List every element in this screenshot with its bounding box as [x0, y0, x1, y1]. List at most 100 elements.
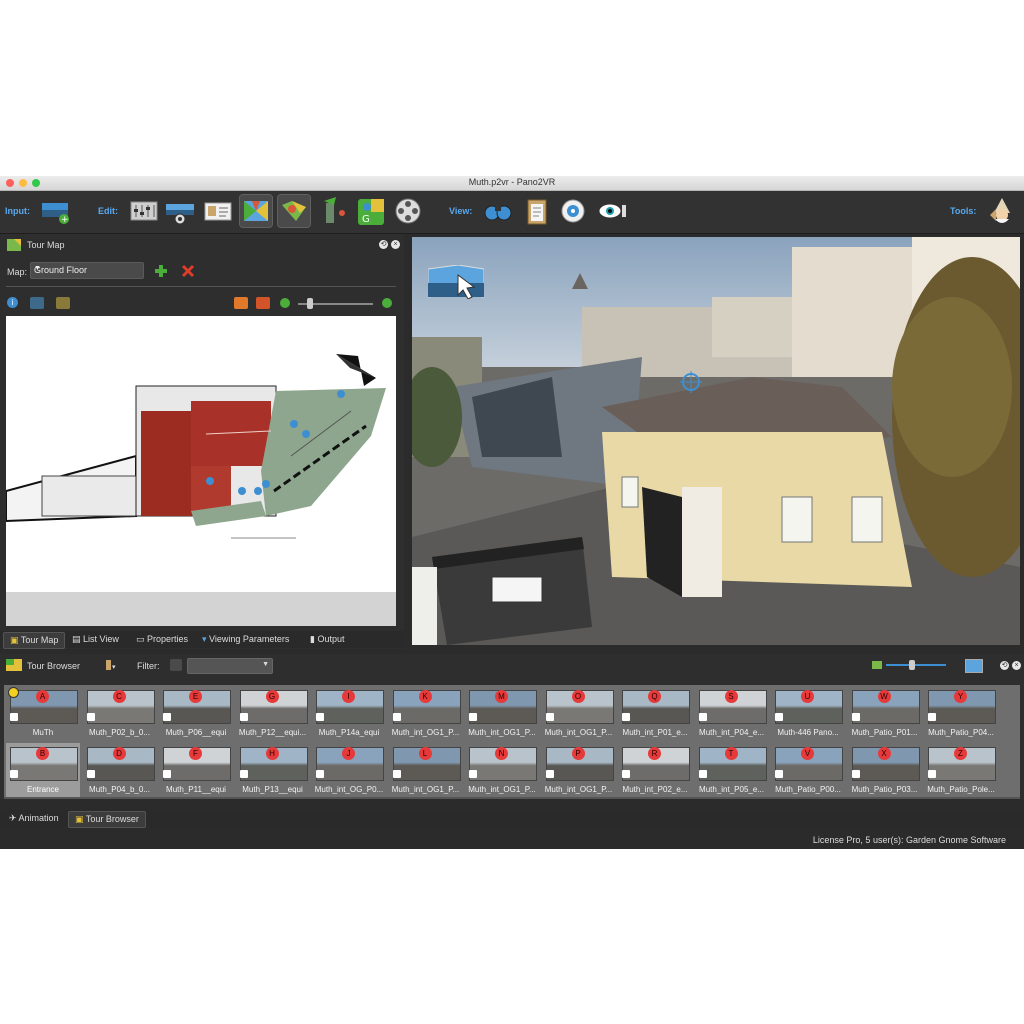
panorama-thumbnail-item[interactable]: X Muth_Patio_P03...: [848, 743, 922, 799]
tab-viewing-parameters[interactable]: ▾ Viewing Parameters: [196, 632, 295, 647]
crosshair-target-icon[interactable]: [680, 371, 702, 393]
filter-label: Filter:: [137, 661, 160, 671]
delete-map-button[interactable]: [181, 264, 195, 278]
tour-map-panel-title: Tour Map: [27, 240, 65, 250]
panorama-thumbnail-item[interactable]: Q Muth_int_P01_e...: [618, 686, 692, 742]
thumbnail-size-handle[interactable]: [909, 660, 915, 670]
tab-tour-map[interactable]: ▣ Tour Map: [3, 632, 66, 649]
thumbnail-size-slider[interactable]: [886, 664, 946, 666]
panel-close-button[interactable]: ×: [391, 240, 400, 249]
tour-browser-small-icon: ▣: [75, 814, 86, 824]
fit-map-button[interactable]: [256, 297, 270, 309]
node-letter-badge: Y: [954, 690, 967, 703]
map-select[interactable]: Ground Floor ▼: [30, 262, 144, 279]
node-letter-badge: Q: [648, 690, 661, 703]
panorama-thumbnail-item[interactable]: S Muth_int_P04_e...: [695, 686, 769, 742]
panorama-thumbnail-label: Muth_P02_b_0...: [89, 728, 150, 737]
gnome-icon[interactable]: [986, 195, 1018, 227]
map-pin-button[interactable]: [234, 297, 248, 309]
levels-icon[interactable]: [128, 195, 160, 227]
sort-button[interactable]: ▾: [103, 658, 119, 672]
panel-float-button[interactable]: ⟲: [379, 240, 388, 249]
floor-plan-map[interactable]: [6, 316, 396, 626]
browser-float-button[interactable]: ⟲: [1000, 661, 1009, 670]
panorama-thumbnail-item[interactable]: T Muth_int_P05_e...: [695, 743, 769, 799]
google-street-view-icon[interactable]: G: [355, 195, 387, 227]
panorama-thumbnail-item[interactable]: J Muth_int_OG_P0...: [312, 743, 386, 799]
panorama-thumbnail-item[interactable]: H Muth_P13__equi: [236, 743, 310, 799]
panorama-thumbnail-item[interactable]: O Muth_int_OG1_P...: [542, 686, 616, 742]
clipboard-icon[interactable]: [521, 195, 553, 227]
panorama-thumbnail-item[interactable]: D Muth_P04_b_0...: [83, 743, 157, 799]
tab-list-view[interactable]: ▤ List View: [66, 632, 125, 647]
panorama-thumbnail-item[interactable]: E Muth_P06__equi: [159, 686, 233, 742]
zoom-in-icon[interactable]: [382, 298, 392, 308]
panorama-thumbnail-item[interactable]: P Muth_int_OG1_P...: [542, 743, 616, 799]
node-link-icon: [622, 713, 630, 721]
browser-close-button[interactable]: ×: [1012, 661, 1021, 670]
tab-output[interactable]: ▮ Output: [304, 632, 350, 647]
panorama-thumbnail-item[interactable]: U Muth-446 Pano...: [771, 686, 845, 742]
link-mode-button[interactable]: [30, 297, 44, 309]
panorama-thumbnail-item[interactable]: B Entrance: [6, 743, 80, 799]
map-tools-button[interactable]: [56, 297, 70, 309]
panorama-thumbnail-item[interactable]: I Muth_P14a_equi: [312, 686, 386, 742]
node-letter-badge: G: [265, 690, 279, 703]
panorama-thumbnail-item[interactable]: K Muth_int_OG1_P...: [389, 686, 463, 742]
filter-input[interactable]: ▼: [187, 658, 273, 674]
panorama-thumbnail-item[interactable]: C Muth_P02_b_0...: [83, 686, 157, 742]
panorama-image: [412, 237, 1020, 645]
node-link-icon: [698, 770, 707, 778]
zoom-out-icon[interactable]: [280, 298, 290, 308]
panorama-thumbnail-label: Muth_P14a_equi: [318, 728, 380, 737]
zoom-slider-handle[interactable]: [307, 298, 313, 309]
panorama-hotspot-icon[interactable]: [427, 264, 485, 300]
panorama-thumbnail-label: Muth_Patio_P01...: [851, 728, 918, 737]
node-letter-badge: M: [495, 690, 508, 703]
panorama-thumbnail-item[interactable]: Z Muth_Patio_Pole...: [924, 743, 998, 799]
panorama-thumbnail-item[interactable]: Y Muth_Patio_P04...: [924, 686, 998, 742]
panorama-thumbnail-item[interactable]: R Muth_int_P02_e...: [618, 743, 692, 799]
horizontal-scrollbar[interactable]: [4, 797, 1020, 799]
panorama-thumbnail-label: Muth_int_OG1_P...: [544, 785, 613, 794]
gyroscope-icon[interactable]: [557, 195, 589, 227]
node-letter-badge: H: [265, 747, 279, 760]
node-link-icon: [239, 713, 248, 721]
panorama-thumbnail-label: Muth_int_OG_P0...: [314, 785, 384, 794]
panorama-thumbnail-label: Muth_int_OG1_P...: [468, 785, 536, 794]
map-editor-icon[interactable]: [277, 194, 311, 228]
properties-card-icon[interactable]: [202, 195, 234, 227]
panorama-thumbnail-label: Muth_int_OG1_P...: [391, 728, 460, 737]
node-link-icon: [775, 713, 783, 721]
panorama-thumbnail-item[interactable]: G Muth_P12__equi...: [236, 686, 310, 742]
tour-map-panel-icon: [6, 237, 22, 253]
panorama-thumbnail-item[interactable]: V Muth_Patio_P00...: [771, 743, 845, 799]
node-letter-badge: A: [36, 690, 49, 703]
panorama-thumbnail-item[interactable]: M Muth_int_OG1_P...: [465, 686, 539, 742]
panorama-thumbnail-item[interactable]: F Muth_P11__equi: [159, 743, 233, 799]
tour-map-icon[interactable]: [239, 194, 273, 228]
tab-properties[interactable]: ▭ Properties: [130, 632, 194, 647]
tab-output-label: Output: [317, 634, 345, 644]
tab-animation[interactable]: ✈ Animation: [3, 811, 65, 826]
panorama-thumbnail-item[interactable]: N Muth_int_OG1_P...: [465, 743, 539, 799]
eye-icon[interactable]: [596, 195, 628, 227]
panorama-thumbnail-item[interactable]: W Muth_Patio_P01...: [848, 686, 922, 742]
binoculars-icon[interactable]: [482, 195, 514, 227]
add-map-button[interactable]: [154, 264, 170, 278]
node-link-icon: [316, 770, 324, 778]
animation-film-reel-icon[interactable]: [392, 195, 424, 227]
panorama-thumbnail-label: MuTh: [32, 728, 54, 737]
edit-label: Edit:: [98, 206, 118, 216]
tab-tour-browser[interactable]: ▣ Tour Browser: [68, 811, 146, 828]
panorama-thumbnail-item[interactable]: L Muth_int_OG1_P...: [389, 743, 463, 799]
viewing-parameters-icon[interactable]: [164, 195, 196, 227]
info-icon[interactable]: i: [7, 297, 18, 308]
node-link-icon: [698, 713, 707, 721]
chevron-down-icon: ▼: [262, 661, 269, 668]
filter-tag-icon[interactable]: [170, 659, 182, 671]
panorama-viewer[interactable]: [412, 237, 1020, 645]
add-panorama-icon[interactable]: +: [40, 195, 72, 227]
patch-icon[interactable]: [318, 195, 350, 227]
panorama-thumbnail-label: Muth_int_P05_e...: [699, 785, 764, 794]
